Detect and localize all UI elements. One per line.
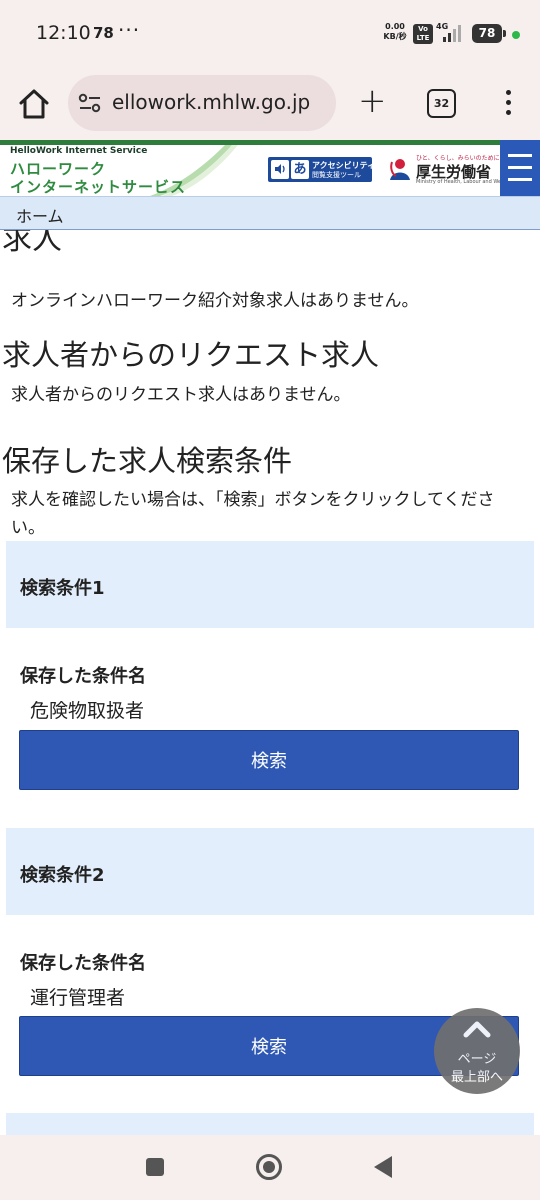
request-jobs-message: 求人者からのリクエスト求人はありません。 bbox=[11, 385, 351, 405]
saved-search-heading: 保存した求人検索条件 bbox=[2, 444, 293, 478]
more-notifications-icon: ··· bbox=[118, 18, 141, 42]
battery-icon: 78 bbox=[472, 24, 506, 43]
url-text: ellowork.mhlw.go.jp bbox=[112, 90, 311, 114]
tabs-icon[interactable]: 32 bbox=[427, 89, 456, 118]
search-button[interactable]: 検索 bbox=[19, 730, 519, 790]
ministry-logo[interactable]: ひと、くらし、みらいのために 厚生労働省 Ministry of Health,… bbox=[386, 152, 512, 188]
browser-toolbar: ellowork.mhlw.go.jp + 32 bbox=[0, 70, 540, 140]
accessibility-tool-button[interactable]: あ アクセシビリティ 閲覧支援ツール bbox=[268, 157, 372, 182]
accessibility-subtitle: 閲覧支援ツール bbox=[312, 171, 361, 179]
breadcrumb-home-link[interactable]: ホーム bbox=[16, 203, 64, 227]
saved-condition-name-value: 運行管理者 bbox=[30, 987, 126, 1009]
hiragana-icon: あ bbox=[291, 160, 309, 179]
volte-bottom: LTE bbox=[416, 34, 430, 42]
new-tab-icon[interactable]: + bbox=[358, 84, 387, 118]
status-time: 12:10 bbox=[36, 22, 91, 44]
net-speed-value: 0.00 bbox=[385, 22, 405, 31]
page-top-label-line1: ページ bbox=[457, 1052, 497, 1067]
address-bar[interactable]: ellowork.mhlw.go.jp bbox=[68, 75, 336, 131]
main-content: 求人 オンラインハローワーク紹介対象求人はありません。 求人者からのリクエスト求… bbox=[0, 230, 540, 1135]
search-condition-header: 検索条件1 bbox=[6, 541, 534, 628]
notification-count: 78 bbox=[93, 24, 114, 42]
volte-icon: Vo LTE bbox=[413, 24, 433, 44]
search-condition-title: 検索条件2 bbox=[20, 865, 105, 886]
search-condition-title: 検索条件1 bbox=[20, 578, 105, 599]
back-icon[interactable] bbox=[374, 1156, 392, 1178]
net-speed-unit: KB/秒 bbox=[383, 32, 407, 41]
ministry-name-en: Ministry of Health, Labour and Welfare bbox=[416, 179, 513, 185]
page-top-label-line2: 最上部へ bbox=[450, 1070, 503, 1085]
status-bar: 12:10 78 ··· 0.00 KB/秒 Vo LTE 4G 78 bbox=[0, 0, 540, 70]
site-settings-icon[interactable] bbox=[78, 93, 102, 113]
home-nav-icon[interactable] bbox=[256, 1154, 282, 1180]
service-name-ja-line2[interactable]: インターネットサービス bbox=[10, 176, 186, 196]
chevron-up-icon bbox=[463, 1021, 491, 1038]
breadcrumb: ホーム bbox=[0, 196, 540, 230]
saved-condition-name-label: 保存した条件名 bbox=[20, 666, 146, 687]
hamburger-menu-icon[interactable] bbox=[500, 140, 540, 196]
section-heading-jobs: 求人 bbox=[2, 230, 62, 257]
ministry-emblem-icon bbox=[390, 159, 410, 180]
volte-top: Vo bbox=[418, 25, 428, 33]
search-condition-header: 検索条件2 bbox=[6, 828, 534, 915]
system-nav-bar bbox=[0, 1135, 540, 1200]
recents-icon[interactable] bbox=[146, 1158, 164, 1176]
online-jobs-message: オンラインハローワーク紹介対象求人はありません。 bbox=[11, 291, 419, 311]
request-jobs-heading: 求人者からのリクエスト求人 bbox=[2, 338, 380, 372]
saved-condition-name-label: 保存した条件名 bbox=[20, 953, 146, 974]
page-top-button[interactable]: ページ 最上部へ bbox=[434, 1008, 520, 1094]
signal-icon bbox=[443, 25, 461, 42]
saved-condition-name-value: 危険物取扱者 bbox=[30, 700, 145, 722]
site-header: HelloWork Internet Service ハローワーク インターネッ… bbox=[0, 140, 540, 196]
header-top-line bbox=[0, 140, 500, 145]
search-condition-header-partial bbox=[6, 1113, 534, 1135]
speaker-icon bbox=[271, 160, 289, 179]
service-name-en: HelloWork Internet Service bbox=[10, 146, 148, 156]
privacy-indicator-dot bbox=[512, 31, 520, 39]
net-speed: 0.00 KB/秒 bbox=[378, 22, 412, 42]
saved-search-instructions: 求人を確認したい場合は、「検索」ボタンをクリックしてください。 bbox=[11, 490, 495, 538]
home-icon[interactable] bbox=[16, 86, 52, 122]
menu-icon[interactable] bbox=[498, 87, 518, 121]
